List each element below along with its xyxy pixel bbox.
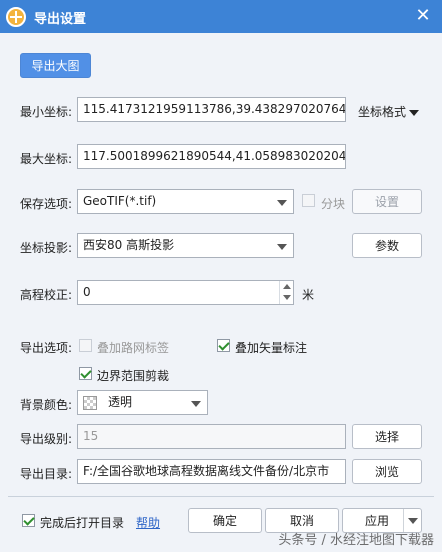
open-after-checkbox[interactable] [22,514,35,527]
window-title: 导出设置 [34,12,87,27]
save-option-label: 保存选项: [20,197,73,211]
close-icon[interactable]: ✕ [412,5,434,27]
elevation-stepper[interactable]: 0 [77,280,294,305]
footer-divider [8,496,434,497]
ok-button[interactable]: 确定 [188,508,262,533]
export-level-label: 导出级别: [20,432,73,446]
elevation-value: 0 [83,285,91,299]
bg-color-value: 透明 [108,395,133,409]
export-dir-label: 导出目录: [20,467,73,481]
min-coord-label: 最小坐标: [20,105,73,119]
road-label-text: 叠加路网标签 [97,341,170,355]
params-button[interactable]: 参数 [352,233,422,258]
arrow-down-icon [283,295,291,300]
globe-icon [6,7,26,27]
elevation-label: 高程校正: [20,288,73,302]
tile-checkbox[interactable] [302,194,315,207]
vector-label-text: 叠加矢量标注 [235,341,308,355]
watermark: 头条号 / 水经注地图下载器 [278,533,434,548]
boundary-clip-text: 边界范围剪裁 [97,369,170,383]
chevron-down-icon [409,109,420,116]
coord-format-dropdown[interactable]: 坐标格式 [358,103,420,120]
apply-label: 应用 [365,514,390,528]
stepper-arrows[interactable] [279,281,293,304]
settings-button[interactable]: 设置 [352,189,422,214]
export-level-input[interactable]: 15 [77,424,346,449]
chevron-down-icon [277,200,287,206]
open-after-label: 完成后打开目录 [40,516,125,530]
export-big-map-button[interactable]: 导出大图 [20,53,91,78]
export-dir-input[interactable]: F:/全国谷歌地球高程数据离线文件备份/北京市 [77,459,346,484]
title-bar: 导出设置 ✕ [0,0,442,33]
vector-label-checkbox[interactable] [217,339,230,352]
min-coord-input[interactable]: 115.4173121959113786,39.4382970207643950… [77,97,346,122]
road-label-checkbox[interactable] [79,339,92,352]
help-link[interactable]: 帮助 [136,514,160,531]
tile-label: 分块 [321,197,346,211]
select-level-button[interactable]: 选择 [352,424,422,449]
chevron-down-icon [408,518,418,524]
chevron-down-icon [191,401,201,407]
save-format-value: GeoTIF(*.tif) [83,194,157,208]
browse-button[interactable]: 浏览 [352,459,422,484]
projection-select[interactable]: 西安80 高斯投影 [77,233,294,258]
transparent-swatch-icon [83,396,97,410]
chevron-down-icon [277,244,287,250]
projection-label: 坐标投影: [20,241,73,255]
coord-format-label: 坐标格式 [358,105,407,119]
max-coord-input[interactable]: 117.5001899621890544,41.0589830202049129… [77,144,346,169]
projection-value: 西安80 高斯投影 [83,238,175,252]
bg-color-label: 背景颜色: [20,398,73,412]
boundary-clip-checkbox[interactable] [79,367,92,380]
elevation-unit: 米 [302,288,315,302]
max-coord-label: 最大坐标: [20,152,73,166]
save-format-select[interactable]: GeoTIF(*.tif) [77,189,294,214]
bg-color-select[interactable]: 透明 [77,390,208,415]
arrow-up-icon [283,284,291,289]
export-options-label: 导出选项: [20,341,73,355]
